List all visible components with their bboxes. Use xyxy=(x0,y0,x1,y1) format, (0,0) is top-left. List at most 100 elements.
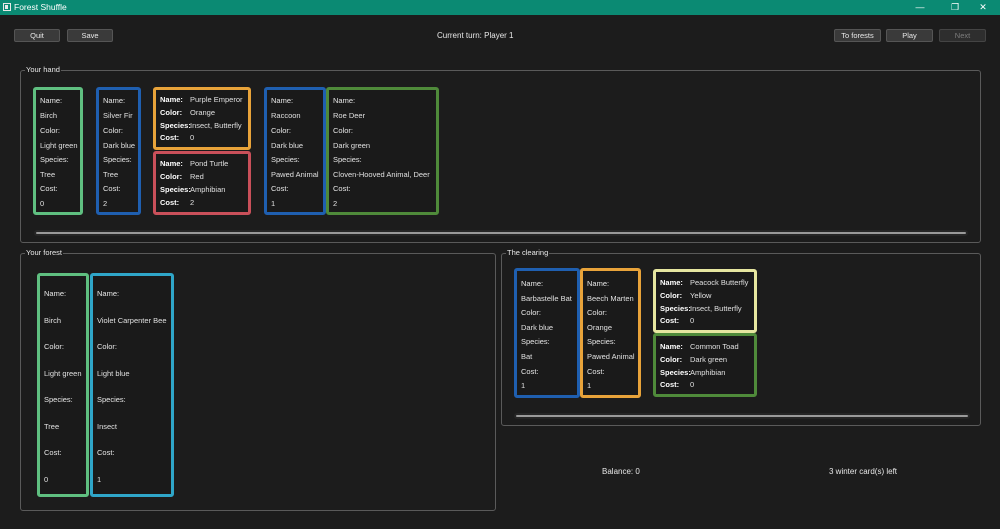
balance-label: Balance: 0 xyxy=(602,467,640,476)
card-name-label: Name: xyxy=(521,279,544,288)
card-cost-label: Cost: xyxy=(333,184,351,193)
forest-card[interactable]: Name: Violet Carpenter Bee Color: Light … xyxy=(90,273,174,497)
hand-card[interactable]: Name: Pond Turtle Color: Red Species: Am… xyxy=(153,151,251,215)
card-cost-label: Cost: xyxy=(271,184,289,193)
card-species-value: Amphibian xyxy=(190,185,226,194)
card-name-label: Name: xyxy=(660,342,683,351)
card-cost-value: 1 xyxy=(521,381,526,390)
card-name-value: Birch xyxy=(40,111,58,120)
next-button[interactable]: Next xyxy=(939,29,986,42)
card-color-label: Color: xyxy=(97,342,118,351)
card-color-value: Dark green xyxy=(333,141,371,150)
card-cost-value: 2 xyxy=(190,198,195,207)
card-cost-label: Cost: xyxy=(97,448,115,457)
card-species-value: Cloven-Hooved Animal, Deer xyxy=(333,170,430,179)
card-species-label: Species: xyxy=(271,155,300,164)
to-forests-button[interactable]: To forests xyxy=(834,29,881,42)
card-cost-value: 0 xyxy=(690,380,695,389)
card-species-label: Species: xyxy=(40,155,69,164)
clearing-scrollbar-thumb[interactable] xyxy=(516,415,968,417)
hand-scrollbar-thumb[interactable] xyxy=(36,232,966,234)
hand-card[interactable]: Name: Birch Color: Light green Species: … xyxy=(33,87,83,215)
card-color-value: Light green xyxy=(44,369,82,378)
card-color-label: Color: xyxy=(103,126,124,135)
card-name-value: Roe Deer xyxy=(333,111,366,120)
hand-card[interactable]: Name: Purple Emperor Color: Orange Speci… xyxy=(153,87,251,150)
card-species-label: Species: xyxy=(660,368,691,377)
card-name-label: Name: xyxy=(44,289,67,298)
card-cost-label: Cost: xyxy=(160,198,180,207)
hand-card[interactable]: Name: Roe Deer Color: Dark green Species… xyxy=(326,87,439,215)
card-name-label: Name: xyxy=(97,289,120,298)
quit-button[interactable]: Quit xyxy=(14,29,60,42)
card-cost-value: 0 xyxy=(190,133,195,142)
card-species-label: Species: xyxy=(660,304,691,313)
hand-card[interactable]: Name: Silver Fir Color: Dark blue Specie… xyxy=(96,87,141,215)
card-cost-label: Cost: xyxy=(521,367,539,376)
close-button[interactable]: ✕ xyxy=(968,0,998,15)
card-species-label: Species: xyxy=(587,337,616,346)
card-color-value: Dark green xyxy=(690,355,728,364)
card-species-value: Bat xyxy=(521,352,533,361)
card-color-value: Orange xyxy=(587,323,613,332)
clearing-card[interactable]: Name: Peacock Butterfly Color: Yellow Sp… xyxy=(653,269,757,333)
hand-scrollbar[interactable] xyxy=(34,230,968,236)
card-cost-value: 1 xyxy=(97,475,102,484)
clearing-panel-title: The clearing xyxy=(506,248,550,257)
card-name-label: Name: xyxy=(587,279,610,288)
card-name-label: Name: xyxy=(271,96,294,105)
card-species-label: Species: xyxy=(44,395,73,404)
card-name-value: Birch xyxy=(44,316,62,325)
card-name-label: Name: xyxy=(160,159,183,168)
hand-panel-title: Your hand xyxy=(25,65,61,74)
clearing-card[interactable]: Name: Beech Marten Color: Orange Species… xyxy=(580,268,641,398)
card-species-value: Tree xyxy=(44,422,60,431)
play-button[interactable]: Play xyxy=(886,29,933,42)
card-color-value: Dark blue xyxy=(521,323,554,332)
card-color-value: Dark blue xyxy=(103,141,136,150)
card-species-label: Species: xyxy=(160,121,191,130)
forest-panel-title: Your forest xyxy=(25,248,63,257)
card-cost-value: 2 xyxy=(103,199,108,208)
card-name-label: Name: xyxy=(40,96,63,105)
save-button[interactable]: Save xyxy=(67,29,113,42)
card-cost-value: 0 xyxy=(40,199,45,208)
clearing-card[interactable]: Name: Barbastelle Bat Color: Dark blue S… xyxy=(514,268,580,398)
card-name-label: Name: xyxy=(160,95,183,104)
card-color-label: Color: xyxy=(521,308,542,317)
card-name-value: Barbastelle Bat xyxy=(521,294,572,303)
card-name-value: Pond Turtle xyxy=(190,159,229,168)
card-cost-value: 0 xyxy=(690,316,695,325)
card-cost-label: Cost: xyxy=(40,184,58,193)
card-species-label: Species: xyxy=(103,155,132,164)
card-species-value: Insect, Butterfly xyxy=(690,304,742,313)
card-name-value: Peacock Butterfly xyxy=(690,278,749,287)
clearing-scrollbar[interactable] xyxy=(514,413,970,419)
card-color-label: Color: xyxy=(160,108,183,117)
card-species-label: Species: xyxy=(160,185,191,194)
card-species-value: Tree xyxy=(103,170,119,179)
maximize-button[interactable]: ❐ xyxy=(940,0,970,15)
card-cost-value: 2 xyxy=(333,199,338,208)
card-name-value: Raccoon xyxy=(271,111,301,120)
card-cost-value: 0 xyxy=(44,475,49,484)
card-color-value: Light green xyxy=(40,141,78,150)
card-cost-label: Cost: xyxy=(103,184,121,193)
card-color-value: Yellow xyxy=(690,291,712,300)
card-cost-value: 1 xyxy=(271,199,276,208)
card-name-label: Name: xyxy=(103,96,126,105)
current-turn-label: Current turn: Player 1 xyxy=(437,31,514,40)
card-name-value: Violet Carpenter Bee xyxy=(97,316,167,325)
card-name-value: Beech Marten xyxy=(587,294,634,303)
forest-card[interactable]: Name: Birch Color: Light green Species: … xyxy=(37,273,89,497)
card-color-label: Color: xyxy=(160,172,183,181)
minimize-button[interactable]: — xyxy=(905,0,935,15)
card-color-label: Color: xyxy=(333,126,354,135)
card-species-value: Pawed Animal xyxy=(271,170,319,179)
card-species-value: Insect, Butterfly xyxy=(190,121,242,130)
hand-card[interactable]: Name: Raccoon Color: Dark blue Species: … xyxy=(264,87,326,215)
clearing-card[interactable]: Name: Common Toad Color: Dark green Spec… xyxy=(653,333,757,397)
card-color-label: Color: xyxy=(587,308,608,317)
card-color-label: Color: xyxy=(40,126,61,135)
card-name-value: Common Toad xyxy=(690,342,739,351)
